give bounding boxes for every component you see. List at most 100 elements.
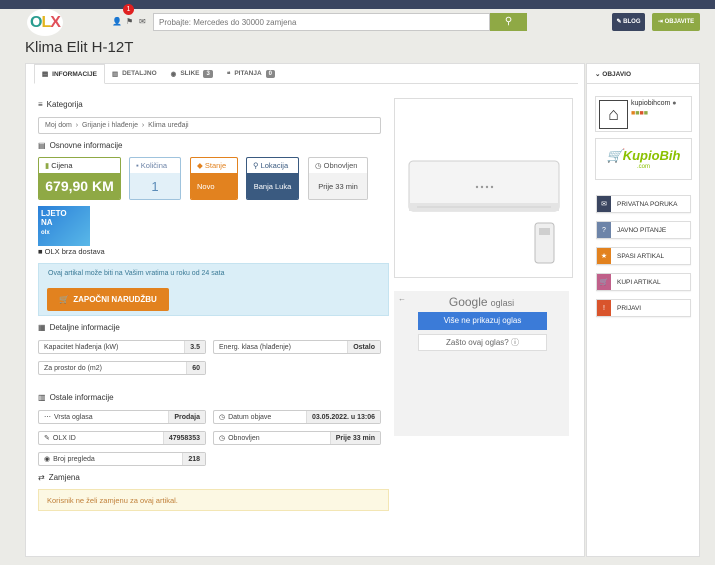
- ad-heading: Google oglasi: [394, 295, 569, 309]
- star-icon: ★: [597, 248, 611, 264]
- hide-ad-button[interactable]: Više ne prikazuj oglas: [418, 312, 547, 330]
- tab-label: PITANJA: [234, 70, 262, 77]
- field-label: ◷ Datum objave: [214, 413, 306, 422]
- save-item-button[interactable]: ★ SPASI ARTIKAL: [596, 247, 691, 265]
- cart-icon: 🛒: [597, 274, 611, 290]
- field-label-text: Obnovljen: [228, 434, 260, 442]
- dots-icon: ⋯: [44, 414, 51, 421]
- chevron-down-icon: ⌄: [595, 71, 601, 78]
- search-input[interactable]: [153, 13, 490, 31]
- tab-count: 3: [203, 69, 213, 78]
- truck-icon: ■: [38, 247, 43, 256]
- action-label: PRIVATNA PORUKA: [617, 200, 678, 208]
- cart-icon: 🛒: [606, 148, 623, 163]
- kupiobih-logo[interactable]: 🛒KupioBih .com: [595, 138, 692, 180]
- field-label: ⋯ Vrsta oglasa: [39, 413, 168, 422]
- breadcrumb-separator: ›: [75, 122, 79, 129]
- seller-card[interactable]: ⌂ kupiobihcom ● ■■■■: [595, 96, 692, 132]
- mail-icon[interactable]: ✉: [139, 17, 146, 26]
- tab-pitanja[interactable]: ❝ PITANJA 0: [219, 64, 282, 84]
- oglasi-label: oglasi: [490, 298, 515, 308]
- field-value: 3.5: [184, 341, 205, 353]
- zamjena-heading: ⇄ Zamjena: [38, 473, 80, 482]
- action-label: KUPI ARTIKAL: [617, 278, 661, 286]
- envelope-icon: ✉: [597, 196, 611, 212]
- action-label: JAVNO PITANJE: [617, 226, 667, 234]
- tab-informacije[interactable]: ▤ INFORMACIJE: [34, 64, 105, 84]
- blog-button[interactable]: ✎ BLOG: [612, 13, 645, 31]
- seller-badges-icon: ■■■■: [631, 110, 648, 117]
- top-strip: [0, 0, 715, 9]
- breadcrumb-separator: ›: [141, 122, 145, 129]
- seller-username[interactable]: kupiobihcom ●: [631, 100, 677, 107]
- document-icon: ▤: [38, 141, 46, 150]
- public-question-button[interactable]: ? JAVNO PITANJE: [596, 221, 691, 239]
- air-conditioner-image: [408, 160, 560, 264]
- heading-label: Ostale informacije: [49, 393, 114, 402]
- renewed-value: Prije 33 min: [309, 173, 367, 199]
- start-order-button[interactable]: 🛒 ZAPOČNI NARUDŽBU: [47, 288, 169, 311]
- main-panel: ▤ INFORMACIJE ▥ DETALJNO ◉ SLIKE 3 ❝ PITANJA 0…: [25, 63, 585, 557]
- why-ad-label: Zašto ovaj oglas?: [446, 338, 509, 347]
- breadcrumb-item[interactable]: Klima uređaji: [148, 122, 188, 129]
- user-icon[interactable]: 👤: [112, 17, 122, 26]
- other-field: ⋯ Vrsta oglasa Prodaja: [38, 410, 206, 424]
- why-ad-button[interactable]: Zašto ovaj oglas? ⓘ: [418, 334, 547, 351]
- ostale-heading: ▥ Ostale informacije: [38, 393, 114, 402]
- online-dot-icon: ●: [672, 100, 677, 107]
- kategorija-heading: ≡ Kategorija: [38, 100, 83, 109]
- action-label: PRIJAVI: [617, 304, 642, 312]
- location-value: Banja Luka: [247, 173, 298, 199]
- heading-label: Zamjena: [48, 473, 80, 482]
- renewed-label: ◷ Obnovljen: [309, 158, 367, 173]
- search-button[interactable]: ⚲: [490, 13, 527, 31]
- wrench-icon: ✎: [44, 435, 50, 442]
- breadcrumb: Moj dom › Grijanje i hlađenje › Klima ur…: [38, 117, 381, 134]
- grid-icon: ▦: [38, 323, 46, 332]
- tab-slike[interactable]: ◉ SLIKE 3: [163, 64, 220, 84]
- label-text: Obnovljen: [323, 161, 358, 170]
- field-label-text: OLX ID: [52, 434, 76, 442]
- field-value: 60: [186, 362, 205, 374]
- objavite-label: OBJAVITE: [664, 19, 695, 25]
- field-label-text: Broj pregleda: [53, 455, 95, 463]
- google-label: Google: [448, 295, 488, 309]
- brand-text: KupioBih: [622, 148, 681, 163]
- sidebar-heading: ⌄ OBJAVIO: [587, 64, 699, 84]
- star-icon: ◆: [197, 161, 203, 170]
- breadcrumb-item[interactable]: Moj dom: [45, 122, 72, 129]
- chat-icon: ❝: [226, 70, 231, 78]
- detail-field: Za prostor do (m2) 60: [38, 361, 206, 375]
- heading-label: Osnovne informacije: [49, 141, 123, 150]
- private-message-button[interactable]: ✉ PRIVATNA PORUKA: [596, 195, 691, 213]
- delivery-box: Ovaj artikal može biti na Vašim vratima …: [38, 263, 389, 316]
- tag-icon: ▮: [45, 161, 50, 170]
- objavite-button[interactable]: ⇥ OBJAVITE: [652, 13, 700, 31]
- brand-domain: .com: [636, 164, 650, 170]
- buy-item-button[interactable]: 🛒 KUPI ARTIKAL: [596, 273, 691, 291]
- field-label: Za prostor do (m2): [44, 364, 102, 372]
- other-field: ✎ OLX ID 47958353: [38, 431, 206, 445]
- pin-icon: ⚲: [253, 161, 259, 170]
- cart-icon: 🛒: [59, 295, 70, 304]
- flag-icon[interactable]: ⚑: [126, 17, 133, 26]
- tab-label: DETALJNO: [122, 70, 157, 77]
- promo-badge: olx: [41, 230, 50, 236]
- fast-delivery: ■ OLX brza dostava: [38, 247, 105, 256]
- report-button[interactable]: ! PRIJAVI: [596, 299, 691, 317]
- field-label: Kapacitet hlađenja (kW): [44, 343, 119, 351]
- label-text: Stanje: [204, 161, 227, 170]
- olx-logo[interactable]: OLX: [27, 9, 63, 36]
- field-value: Ostalo: [347, 341, 380, 353]
- breadcrumb-item[interactable]: Grijanje i hlađenje: [82, 122, 138, 129]
- tab-detaljno[interactable]: ▥ DETALJNO: [104, 64, 164, 84]
- list-icon: ≡: [38, 100, 43, 109]
- detail-field: Energ. klasa (hlađenje) Ostalo: [213, 340, 381, 354]
- tab-count: 0: [265, 69, 275, 78]
- detail-field: Kapacitet hlađenja (kW) 3.5: [38, 340, 206, 354]
- ad-panel: ← Google oglasi Više ne prikazuj oglas Z…: [394, 291, 569, 436]
- tab-label: INFORMACIJE: [52, 70, 97, 78]
- promo-banner[interactable]: LJETO NA olx: [38, 206, 90, 246]
- product-image[interactable]: [394, 98, 573, 278]
- store-icon: ⌂: [599, 100, 628, 129]
